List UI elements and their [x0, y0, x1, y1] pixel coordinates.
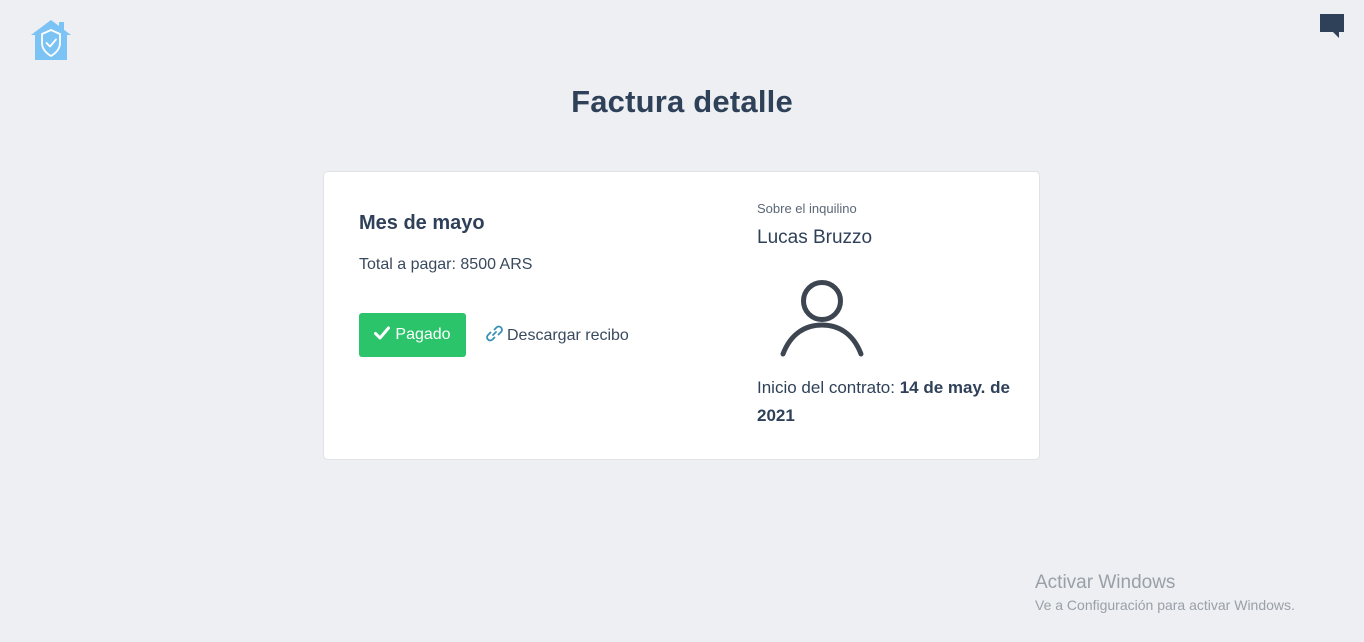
tenant-name: Lucas Bruzzo [757, 227, 873, 248]
link-icon [486, 325, 503, 347]
chat-bubble-icon[interactable] [1318, 12, 1346, 40]
windows-activation-watermark: Activar Windows Ve a Configuración para … [1035, 572, 1295, 613]
user-avatar-icon [779, 277, 865, 359]
invoice-card: Mes de mayo Total a pagar: 8500 ARS Paga… [323, 171, 1040, 460]
watermark-subtitle: Ve a Configuración para activar Windows. [1035, 597, 1295, 613]
watermark-title: Activar Windows [1035, 572, 1176, 593]
check-icon [374, 326, 391, 345]
tenant-caption: Sobre el inquilino [757, 201, 857, 216]
house-shield-icon[interactable] [29, 18, 73, 62]
download-receipt-link[interactable]: Descargar recibo [486, 325, 629, 347]
page: Factura detalle Mes de mayo Total a paga… [0, 0, 1364, 642]
paid-button-label: Pagado [395, 326, 451, 343]
page-title: Factura detalle [571, 84, 793, 119]
download-receipt-label: Descargar recibo [507, 327, 629, 344]
contract-start: Inicio del contrato: 14 de may. de 2021 [757, 374, 1027, 430]
paid-button[interactable]: Pagado [359, 313, 466, 357]
contract-start-label: Inicio del contrato: [757, 378, 895, 397]
invoice-month-title: Mes de mayo [359, 212, 485, 234]
invoice-total: Total a pagar: 8500 ARS [359, 256, 533, 273]
